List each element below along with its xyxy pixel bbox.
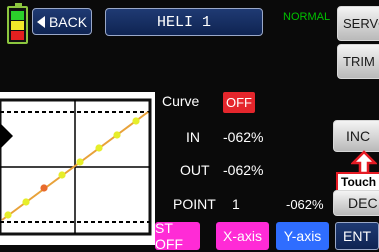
y-axis-button[interactable]: Y-axis — [276, 222, 329, 250]
red-up-arrow-icon — [351, 150, 377, 174]
dec-button[interactable]: DEC — [333, 190, 379, 216]
ent-label: ENT — [343, 228, 371, 244]
x-axis-label: X-axis — [223, 228, 262, 244]
back-arrow-icon — [36, 15, 45, 28]
trim-button-label: TRIM — [343, 54, 375, 69]
curve-label: Curve — [162, 93, 200, 109]
back-button-label: BACK — [48, 13, 88, 30]
servo-button-label: SERVO — [343, 16, 379, 31]
curve-off-label: OFF — [226, 95, 252, 110]
in-label: IN — [186, 129, 200, 145]
model-name: HELI 1 — [105, 8, 263, 36]
st-off-button[interactable]: ST OFF — [155, 220, 200, 252]
dec-button-label: DEC — [348, 195, 378, 211]
flight-mode-label: NORMAL — [283, 11, 331, 23]
inc-button-label: INC — [346, 128, 371, 144]
y-axis-label: Y-axis — [283, 228, 322, 244]
battery-icon — [7, 3, 28, 44]
pointer-arrow-icon — [0, 123, 13, 149]
trim-button[interactable]: TRIM — [337, 44, 379, 79]
in-value: -062% — [223, 129, 264, 145]
touch-callout: Touch — [336, 172, 379, 192]
x-axis-button[interactable]: X-axis — [216, 222, 269, 250]
point-value: -062% — [286, 197, 324, 212]
back-button[interactable]: BACK — [32, 8, 92, 35]
point-label: POINT — [173, 196, 216, 212]
curve-off-button[interactable]: OFF — [223, 92, 255, 113]
inc-button[interactable]: INC — [333, 120, 379, 152]
out-value: -062% — [223, 162, 264, 178]
point-number: 1 — [232, 196, 240, 212]
servo-button[interactable]: SERVO — [337, 6, 379, 41]
ent-button[interactable]: ENT — [335, 222, 379, 250]
st-off-label: ST OFF — [155, 220, 183, 252]
curve-graph[interactable] — [0, 92, 155, 245]
model-name-label: HELI 1 — [156, 13, 211, 31]
out-label: OUT — [180, 162, 210, 178]
